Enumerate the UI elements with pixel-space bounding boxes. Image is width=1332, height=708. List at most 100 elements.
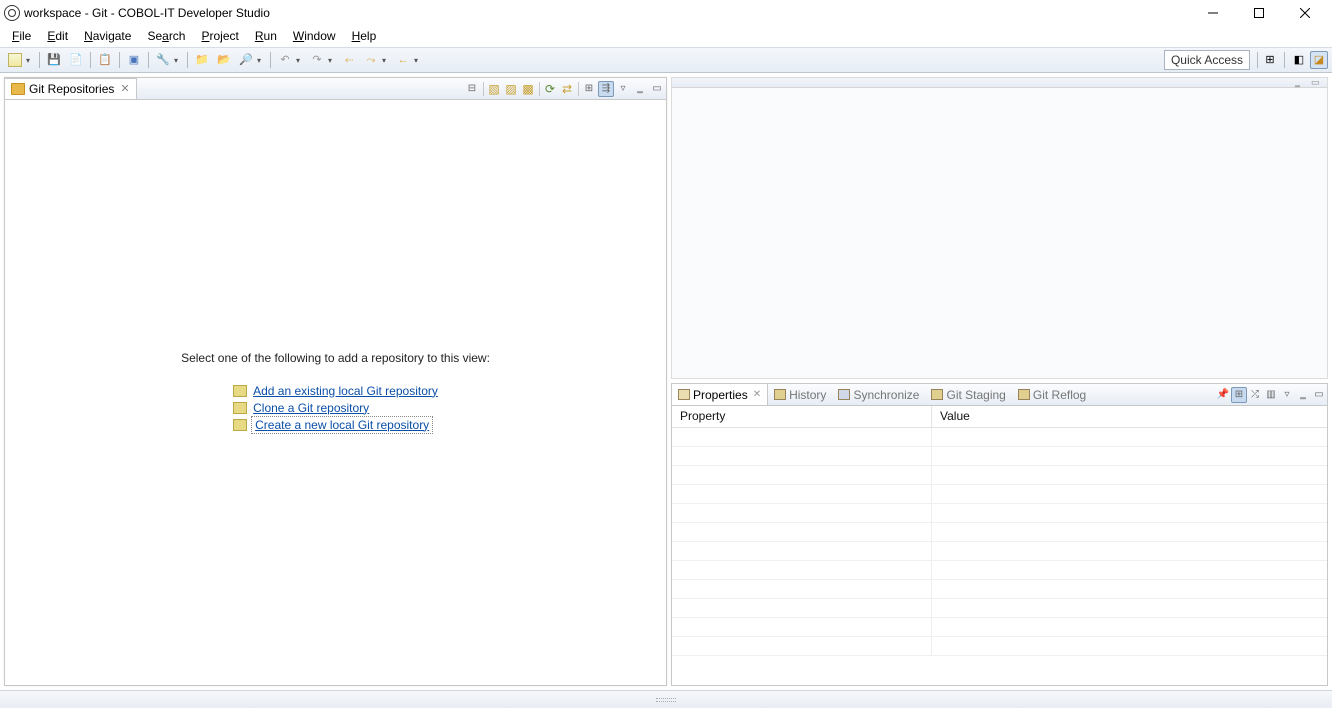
table-row: [672, 523, 1327, 542]
open-type-button[interactable]: 📁: [192, 50, 212, 70]
last-edit-button[interactable]: ↶: [275, 50, 295, 70]
create-repo-link[interactable]: Create a new local Git repository: [253, 418, 431, 432]
git-staging-icon: [931, 389, 943, 400]
close-properties-icon[interactable]: ✕: [753, 389, 761, 400]
maximize-view-button[interactable]: ▭: [649, 81, 665, 97]
table-row: [672, 599, 1327, 618]
close-button[interactable]: [1282, 0, 1328, 25]
show-categories-button[interactable]: ⊞: [1231, 387, 1247, 403]
perspective-cobol[interactable]: ◧: [1290, 51, 1308, 69]
quick-access-input[interactable]: Quick Access: [1164, 50, 1250, 70]
back-button[interactable]: ⬸: [339, 50, 359, 70]
synchronize-icon: [838, 389, 850, 400]
menu-window[interactable]: Window: [285, 27, 344, 45]
toggle-breadcrumb-button[interactable]: 📋: [95, 50, 115, 70]
next-annotation-button[interactable]: ↷: [307, 50, 327, 70]
save-all-button[interactable]: 📄: [66, 50, 86, 70]
menu-search[interactable]: Search: [139, 27, 193, 45]
tab-git-reflog[interactable]: Git Reflog: [1012, 384, 1092, 405]
editor-minimize-button[interactable]: ‗: [1295, 77, 1309, 89]
history-icon: [774, 389, 786, 400]
properties-icon: [678, 389, 690, 400]
properties-maximize-button[interactable]: ▭: [1311, 387, 1327, 403]
tab-history-label: History: [789, 388, 826, 402]
new-button[interactable]: [5, 50, 25, 70]
clone-repo-button[interactable]: ▨: [503, 81, 519, 97]
properties-panel: Properties ✕ History Synchronize Git Sta…: [671, 383, 1328, 686]
refresh-button[interactable]: ⟳: [542, 81, 558, 97]
table-row: [672, 447, 1327, 466]
tab-git-staging[interactable]: Git Staging: [925, 384, 1011, 405]
pin-button[interactable]: 📌: [1215, 387, 1231, 403]
search-button[interactable]: 🔎: [236, 50, 256, 70]
menu-edit[interactable]: Edit: [39, 27, 76, 45]
menu-project[interactable]: Project: [193, 27, 246, 45]
minimize-button[interactable]: [1190, 0, 1236, 25]
open-task-button[interactable]: 📂: [214, 50, 234, 70]
tab-properties[interactable]: Properties ✕: [671, 384, 768, 405]
minimize-view-button[interactable]: ‗: [632, 81, 648, 97]
bottom-tabbar: Properties ✕ History Synchronize Git Sta…: [672, 384, 1327, 406]
tab-git-staging-label: Git Staging: [946, 388, 1005, 402]
hierarchy-button[interactable]: ⊞: [581, 81, 597, 97]
clone-repo-link[interactable]: Clone a Git repository: [253, 401, 369, 415]
properties-table-header: Property Value: [672, 406, 1327, 428]
menu-navigate[interactable]: Navigate: [76, 27, 139, 45]
last-edit-dropdown[interactable]: ▾: [296, 56, 304, 65]
workspace: Git Repositories ✕ ⊟ ▧ ▨ ▩ ⟳ ⇄ ⊞ ⇶ ▿ ‗ ▭…: [0, 73, 1332, 690]
column-value[interactable]: Value: [932, 406, 978, 427]
add-existing-repo-link[interactable]: Add an existing local Git repository: [253, 384, 438, 398]
git-repo-icon: [11, 83, 25, 95]
annotation-dropdown[interactable]: ▾: [328, 56, 336, 65]
menu-bar: File Edit Navigate Search Project Run Wi…: [0, 25, 1332, 47]
search-dropdown[interactable]: ▾: [257, 56, 265, 65]
table-row: [672, 618, 1327, 637]
menu-run[interactable]: Run: [247, 27, 285, 45]
menu-help[interactable]: Help: [344, 27, 385, 45]
tab-history[interactable]: History: [768, 384, 832, 405]
tab-synchronize[interactable]: Synchronize: [832, 384, 925, 405]
properties-minimize-button[interactable]: ‗: [1295, 387, 1311, 403]
repo-prompt-text: Select one of the following to add a rep…: [181, 351, 490, 365]
clone-repo-icon: [233, 402, 247, 414]
editor-maximize-button[interactable]: ▭: [1311, 77, 1325, 89]
column-property[interactable]: Property: [672, 406, 932, 427]
app-icon: [4, 5, 20, 21]
show-advanced-button[interactable]: ⤮: [1247, 387, 1263, 403]
link-editor-button[interactable]: ⇄: [559, 81, 575, 97]
window-title: workspace - Git - COBOL-IT Developer Stu…: [24, 6, 270, 20]
view-menu-button[interactable]: ▿: [615, 81, 631, 97]
maximize-button[interactable]: [1236, 0, 1282, 25]
collapse-all-button[interactable]: ⊟: [464, 81, 480, 97]
close-tab-icon[interactable]: ✕: [120, 82, 129, 95]
open-perspective-button[interactable]: ⊞: [1261, 51, 1279, 69]
git-repositories-view: Git Repositories ✕ ⊟ ▧ ▨ ▩ ⟳ ⇄ ⊞ ⇶ ▿ ‗ ▭…: [4, 77, 667, 686]
git-repositories-tab[interactable]: Git Repositories ✕: [5, 78, 137, 99]
forward-button[interactable]: ⤳: [361, 50, 381, 70]
nav-back-button[interactable]: ←: [393, 50, 413, 70]
save-button[interactable]: 💾: [44, 50, 64, 70]
tab-properties-label: Properties: [693, 388, 748, 402]
properties-view-menu[interactable]: ▿: [1279, 387, 1295, 403]
menu-file[interactable]: File: [4, 27, 39, 45]
sash-grip-icon[interactable]: [656, 698, 676, 702]
nav-dropdown[interactable]: ▾: [414, 56, 422, 65]
console-button[interactable]: ▣: [124, 50, 144, 70]
editor-area: ‗ ▭: [671, 77, 1328, 379]
tab-git-reflog-label: Git Reflog: [1033, 388, 1086, 402]
table-row: [672, 542, 1327, 561]
create-repo-button[interactable]: ▩: [520, 81, 536, 97]
table-row: [672, 466, 1327, 485]
add-existing-repo-button[interactable]: ▧: [486, 81, 502, 97]
debug-button[interactable]: 🔧: [153, 50, 173, 70]
add-existing-icon: [233, 385, 247, 397]
title-bar: workspace - Git - COBOL-IT Developer Stu…: [0, 0, 1332, 25]
new-dropdown[interactable]: ▾: [26, 56, 34, 65]
debug-dropdown[interactable]: ▾: [174, 56, 182, 65]
link-selection-button[interactable]: ⇶: [598, 81, 614, 97]
table-row: [672, 580, 1327, 599]
restore-default-button[interactable]: ▥: [1263, 387, 1279, 403]
perspective-git[interactable]: ◪: [1310, 51, 1328, 69]
back-dropdown[interactable]: ▾: [382, 56, 390, 65]
main-toolbar: ▾ 💾 📄 📋 ▣ 🔧 ▾ 📁 📂 🔎 ▾ ↶ ▾ ↷ ▾ ⬸ ⤳ ▾ ← ▾ …: [0, 47, 1332, 73]
